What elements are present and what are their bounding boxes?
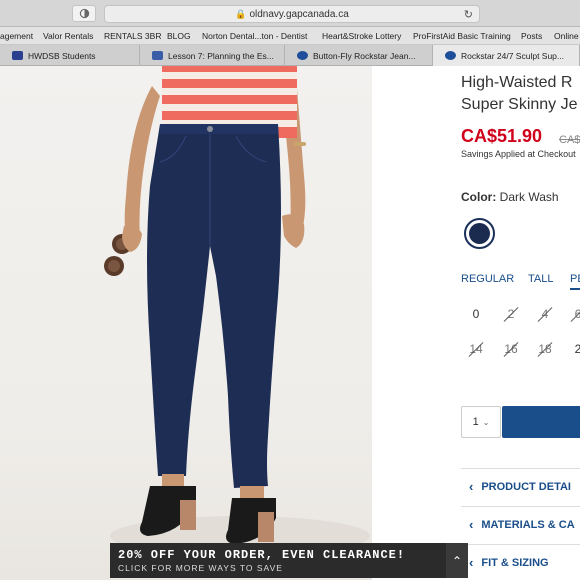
quantity-value: 1 [472,416,479,428]
tab-label: Button-Fly Rockstar Jean... [313,50,416,61]
tab-hwdsb[interactable]: HWDSB Students [0,45,140,66]
product-photo[interactable] [0,66,372,580]
selected-fit-indicator [570,288,580,290]
fit-tab-tall[interactable]: TALL [528,273,553,285]
bookmark-item[interactable]: agement [0,31,33,41]
bookmarks-bar: agement Valor Rentals RENTALS 3BR BLOG N… [0,27,580,45]
size-option-unavailable[interactable]: 14 [464,342,488,356]
lesson-favicon-icon [152,51,163,60]
size-option-unavailable[interactable]: 4 [533,307,557,321]
chevron-down-icon: ⌄ [482,417,490,427]
size-option-unavailable[interactable]: 6 [566,307,580,321]
size-option[interactable]: 2 [566,342,580,356]
promo-banner[interactable]: 20% OFF YOUR ORDER, EVEN CLEARANCE! CLIC… [110,543,468,578]
color-value: Dark Wash [499,190,559,204]
privacy-shield-button[interactable] [72,5,96,22]
tab-label: Lesson 7: Planning the Es... [168,50,274,61]
accordion-fit-sizing[interactable]: ‹ FIT & SIZING [461,544,580,580]
size-option-unavailable[interactable]: 18 [533,342,557,356]
bookmark-item[interactable]: BLOG [167,31,191,41]
model-wearing-jeans-image [104,66,370,556]
bookmark-item[interactable]: Posts [521,31,542,41]
accordion-materials-care[interactable]: ‹ MATERIALS & CA [461,506,580,542]
chevron-up-icon[interactable]: ⌃ [446,543,468,578]
chevron-left-icon: ‹ [469,555,474,570]
original-price: CA$ [559,134,580,146]
bookmark-item[interactable]: RENTALS 3BR [104,31,161,41]
size-option[interactable]: 0 [464,307,488,321]
product-title: High-Waisted R Super Skinny Je [461,72,578,116]
accordion-product-details[interactable]: ‹ PRODUCT DETAI [461,468,580,504]
size-option-unavailable[interactable]: 2 [499,307,523,321]
bookmark-item[interactable]: Heart&Stroke Lottery [322,31,401,41]
url-text: oldnavy.gapcanada.ca [249,8,349,20]
product-title-line2: Super Skinny Je [461,96,578,113]
chevron-left-icon: ‹ [469,517,474,532]
shield-icon [79,8,89,19]
tab-button-fly[interactable]: Button-Fly Rockstar Jean... [285,45,433,66]
accordion-label: FIT & SIZING [481,556,549,569]
tab-label: Rockstar 24/7 Sculpt Sup... [461,50,564,61]
add-to-bag-button[interactable] [502,406,580,438]
color-label-key: Color: [461,190,497,204]
browser-toolbar: 🔒 oldnavy.gapcanada.ca ↻ [0,0,580,27]
address-bar[interactable]: 🔒 oldnavy.gapcanada.ca ↻ [104,5,480,23]
swatch-fill [469,223,490,244]
bookmark-item[interactable]: Norton Dental...ton - Dentist [202,31,307,41]
tab-rockstar[interactable]: Rockstar 24/7 Sculpt Sup... [433,45,580,66]
fit-tab-regular[interactable]: REGULAR [461,273,514,285]
tab-label: HWDSB Students [28,50,96,61]
tab-strip: HWDSB Students Lesson 7: Planning the Es… [0,45,580,66]
chevron-left-icon: ‹ [469,479,474,494]
promo-headline: 20% OFF YOUR ORDER, EVEN CLEARANCE! [118,548,406,562]
savings-note: Savings Applied at Checkout [461,149,576,159]
quantity-select[interactable]: 1 ⌄ [461,406,501,438]
lock-icon: 🔒 [235,8,247,19]
reload-icon[interactable]: ↻ [464,8,473,21]
color-swatch-dark-wash[interactable] [464,218,495,249]
product-title-line1: High-Waisted R [461,74,573,91]
tab-lesson[interactable]: Lesson 7: Planning the Es... [140,45,285,66]
bookmark-item[interactable]: Valor Rentals [43,31,93,41]
sale-price: CA$51.90 [461,126,543,146]
promo-subtext: CLICK FOR MORE WAYS TO SAVE [118,563,283,573]
color-label: Color: Dark Wash [461,190,559,204]
accordion-label: MATERIALS & CA [481,518,575,531]
bookmark-item[interactable]: ProFirstAid Basic Training [413,31,511,41]
product-page: High-Waisted R Super Skinny Je CA$51.90 … [0,66,580,580]
accordion-label: PRODUCT DETAI [481,480,571,493]
hwdsb-favicon-icon [12,51,23,60]
oldnavy-favicon-icon [297,51,308,60]
size-option-unavailable[interactable]: 16 [499,342,523,356]
bookmark-item[interactable]: Online [554,31,579,41]
oldnavy-favicon-icon [445,51,456,60]
fit-tab-petite[interactable]: PE [570,273,580,285]
